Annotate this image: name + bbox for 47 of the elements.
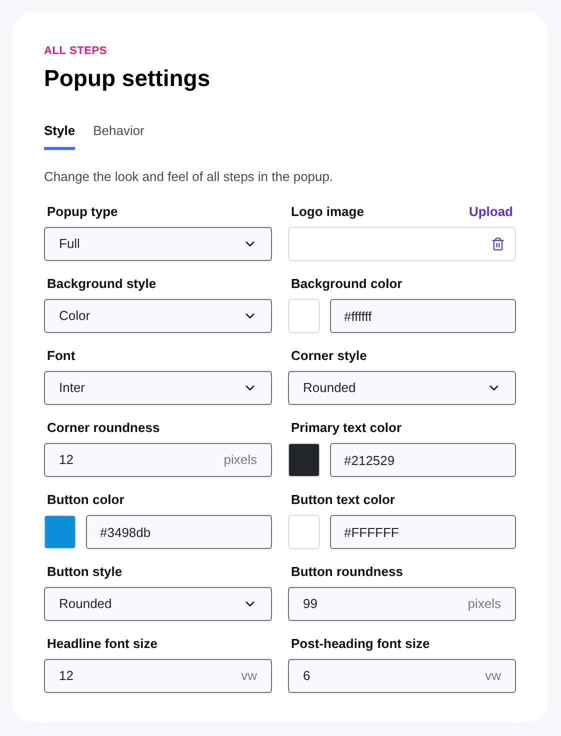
color-input[interactable]: #FFFFFF — [330, 515, 516, 549]
logo-field[interactable] — [288, 227, 516, 261]
tab[interactable]: Behavior — [93, 121, 144, 150]
color-swatch[interactable] — [288, 443, 320, 477]
field-label: Background style — [47, 274, 156, 293]
field-value: 12 — [59, 451, 74, 470]
description: Change the look and feel of all steps in the popup. — [44, 168, 334, 186]
field-label: Font — [47, 346, 76, 364]
page-title: Popup settings — [44, 64, 212, 93]
color-swatch[interactable] — [288, 299, 320, 333]
upload-link[interactable]: Upload — [468, 202, 513, 221]
eyebrow-label: ALL STEPS — [44, 44, 108, 59]
color-input[interactable]: #212529 — [330, 443, 516, 477]
color-input[interactable]: #3498db — [86, 515, 272, 549]
trash-icon[interactable] — [491, 237, 505, 251]
number-field[interactable]: 99 pixels — [288, 587, 516, 621]
number-field[interactable]: 12 vw — [44, 659, 272, 693]
dropdown[interactable]: Rounded — [44, 587, 272, 621]
color-swatch[interactable] — [288, 515, 320, 549]
color-swatch[interactable] — [44, 515, 76, 549]
field-label: Button text color — [291, 490, 395, 508]
dropdown[interactable]: Inter — [44, 371, 272, 405]
number-field[interactable]: 12 pixels — [44, 443, 272, 477]
field-label: Popup type — [47, 202, 118, 221]
field-label: Headline font size — [47, 634, 158, 652]
unit-label: vw — [241, 667, 257, 686]
field-label: Button color — [47, 490, 124, 508]
field-label: Logo image — [291, 202, 364, 221]
color-input[interactable]: #ffffff — [330, 299, 516, 333]
unit-label: vw — [485, 667, 501, 686]
field-value: 12 — [59, 667, 74, 686]
field-label: Post-heading font size — [291, 634, 430, 653]
field-value: 99 — [303, 595, 318, 614]
field-label: Corner roundness — [47, 418, 160, 436]
field-label: Background color — [291, 274, 402, 293]
unit-label: pixels — [224, 451, 257, 470]
field-label: Button roundness — [291, 562, 403, 580]
field-label: Primary text color — [291, 418, 402, 437]
dropdown[interactable]: Color — [44, 299, 272, 333]
number-field[interactable]: 6 vw — [288, 659, 516, 693]
dropdown[interactable]: Full — [44, 227, 272, 261]
unit-label: pixels — [468, 595, 501, 614]
field-label: Corner style — [291, 346, 367, 365]
tab[interactable]: Style — [44, 121, 76, 150]
dropdown[interactable]: Rounded — [288, 371, 516, 405]
field-label: Button style — [47, 562, 122, 581]
field-value: 6 — [303, 667, 310, 686]
